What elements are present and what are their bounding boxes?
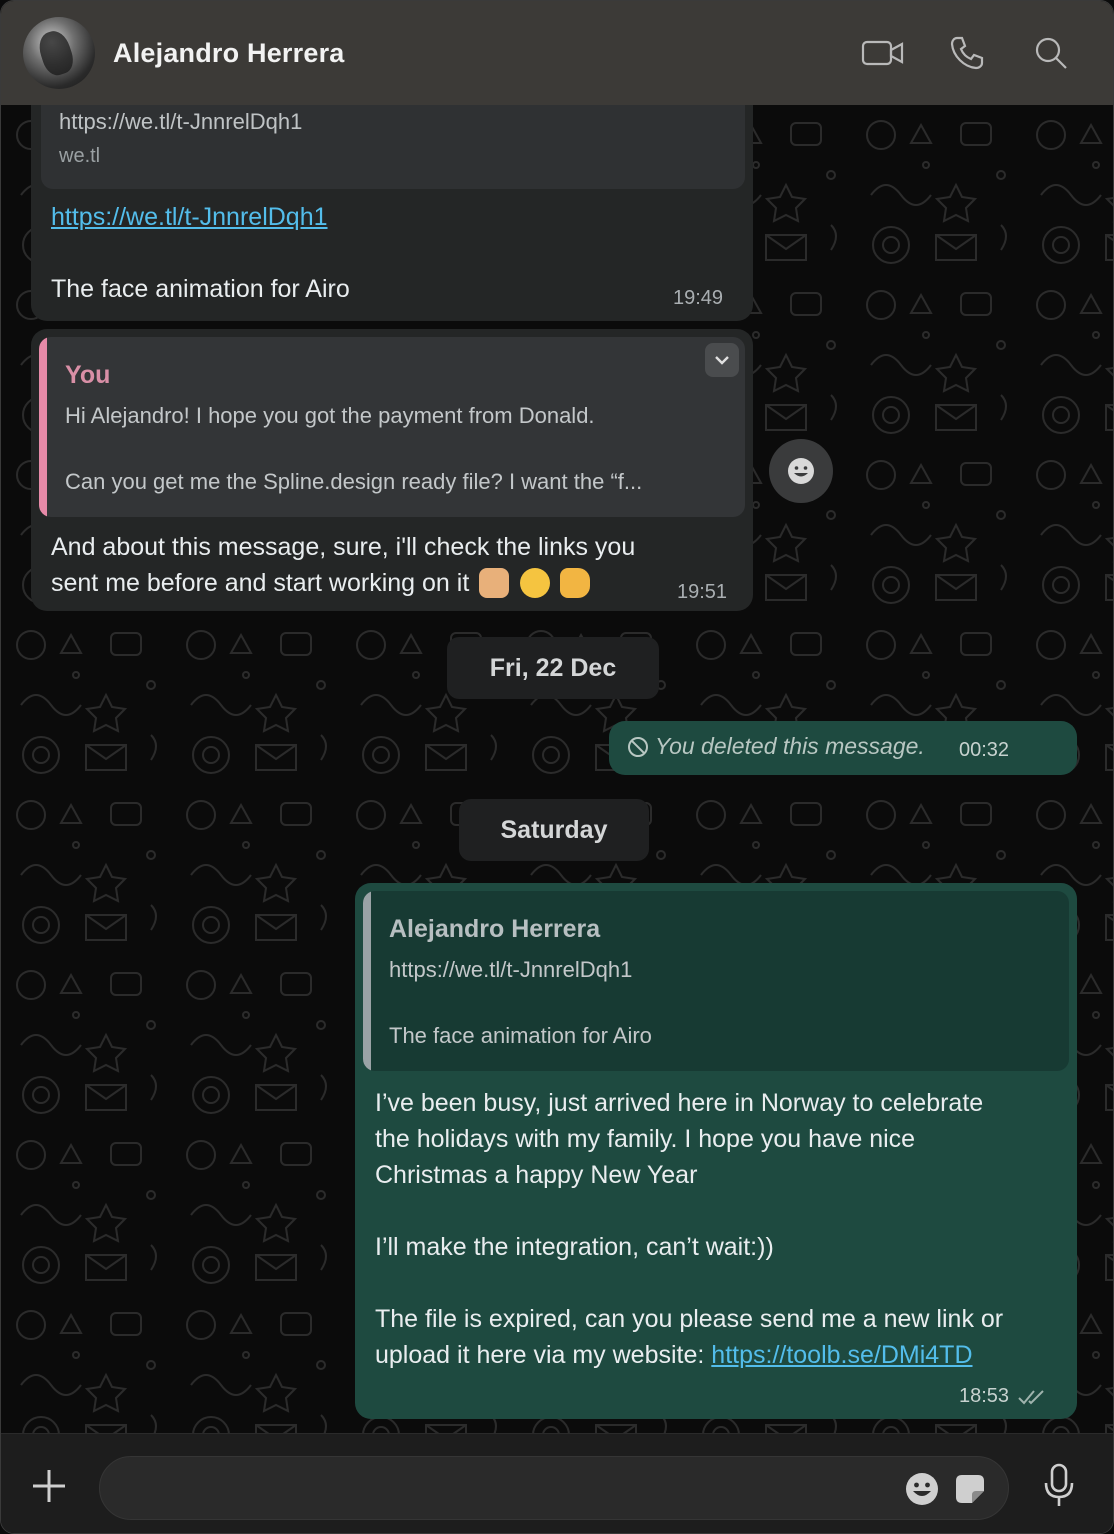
quote-line: https://we.tl/t-JnnrelDqh1 bbox=[389, 957, 633, 982]
message-line: upload it here via my website: bbox=[375, 1341, 705, 1369]
microphone-icon bbox=[1044, 1463, 1074, 1506]
phone-icon bbox=[950, 36, 984, 70]
composer-bar bbox=[1, 1433, 1113, 1533]
message-list[interactable]: https://we.tl/t-JnnrelDqh1 we.tl https:/… bbox=[1, 105, 1113, 1433]
message-time: 19:49 bbox=[673, 287, 724, 309]
link-preview[interactable]: https://we.tl/t-JnnrelDqh1 we.tl bbox=[41, 105, 745, 189]
video-camera-icon bbox=[861, 40, 904, 66]
message-time: 00:32 bbox=[959, 739, 1010, 761]
quote-author: Alejandro Herrera bbox=[389, 915, 601, 943]
chat-header: Alejandro Herrera bbox=[1, 1, 1113, 105]
message-line-with-link: upload it here via my website: https://t… bbox=[375, 1337, 1065, 1373]
voice-message-button[interactable] bbox=[1037, 1460, 1081, 1512]
message-text-line: sent me before and start working on it bbox=[51, 565, 596, 601]
search-icon bbox=[1035, 37, 1067, 69]
message-time: 19:51 bbox=[677, 581, 728, 603]
quote-bar bbox=[363, 891, 371, 1071]
date-separator: Saturday bbox=[459, 799, 649, 861]
quote-author: You bbox=[65, 361, 111, 389]
pointing-hand-emoji bbox=[560, 568, 591, 598]
deleted-message-text: You deleted this message. bbox=[655, 733, 925, 759]
message-menu-button[interactable] bbox=[705, 343, 739, 377]
chevron-down-icon bbox=[715, 356, 729, 365]
header-actions bbox=[861, 31, 1073, 75]
incoming-message[interactable]: You Hi Alejandro! I hope you got the pay… bbox=[31, 329, 753, 611]
message-text: I’ve been busy, just arrived here in Nor… bbox=[375, 1085, 1065, 1373]
avatar[interactable] bbox=[23, 17, 95, 89]
incoming-message[interactable]: https://we.tl/t-JnnrelDqh1 we.tl https:/… bbox=[31, 105, 753, 321]
outgoing-message[interactable]: Alejandro Herrera https://we.tl/t-Jnnrel… bbox=[355, 883, 1077, 1419]
quote-line: The face animation for Airo bbox=[389, 1023, 652, 1048]
sticker-button[interactable] bbox=[952, 1471, 988, 1507]
message-line: the holidays with my family. I hope you … bbox=[375, 1125, 916, 1153]
contact-name[interactable]: Alejandro Herrera bbox=[113, 38, 345, 69]
message-time: 18:53 bbox=[959, 1385, 1010, 1407]
attach-button[interactable] bbox=[27, 1464, 71, 1508]
partying-face-emoji bbox=[519, 568, 550, 598]
search-button[interactable] bbox=[1029, 31, 1073, 75]
prohibited-icon bbox=[628, 736, 648, 757]
emoji-group bbox=[479, 568, 596, 598]
message-text: The face animation for Airo bbox=[51, 275, 350, 303]
link-preview-domain: we.tl bbox=[59, 145, 101, 167]
quote-bar bbox=[39, 337, 47, 517]
voice-call-button[interactable] bbox=[945, 31, 989, 75]
message-line: I’ll make the integration, can’t wait:)) bbox=[375, 1233, 774, 1261]
deleted-message-row: You deleted this message. bbox=[627, 733, 925, 760]
message-link[interactable]: https://we.tl/t-JnnrelDqh1 bbox=[51, 199, 328, 235]
emoji-icon bbox=[906, 1473, 938, 1505]
outgoing-deleted-message[interactable]: You deleted this message. 00:32 bbox=[609, 721, 1077, 775]
message-meta: 18:53 bbox=[959, 1385, 1047, 1408]
emoji-button[interactable] bbox=[904, 1471, 940, 1507]
quote-line: Hi Alejandro! I hope you got the payment… bbox=[65, 403, 595, 428]
sticker-icon bbox=[956, 1475, 984, 1503]
chat-window: Alejandro Herrera https://we.tl/t-Jnnrel… bbox=[0, 0, 1114, 1534]
message-text: sent me before and start working on it bbox=[51, 569, 470, 597]
video-call-button[interactable] bbox=[861, 31, 905, 75]
quoted-message[interactable]: Alejandro Herrera https://we.tl/t-Jnnrel… bbox=[363, 891, 1069, 1071]
raising-hands-emoji bbox=[479, 568, 510, 598]
message-line: I’ve been busy, just arrived here in Nor… bbox=[375, 1089, 984, 1117]
link-preview-url: https://we.tl/t-JnnrelDqh1 bbox=[59, 109, 303, 134]
plus-icon bbox=[33, 1470, 65, 1502]
message-text: And about this message, sure, i'll check… bbox=[51, 533, 636, 561]
add-reaction-button[interactable] bbox=[769, 439, 833, 503]
quoted-message[interactable]: You Hi Alejandro! I hope you got the pay… bbox=[39, 337, 745, 517]
quote-line: Can you get me the Spline.design ready f… bbox=[65, 469, 643, 494]
message-input-container bbox=[99, 1456, 1009, 1520]
message-line: Christmas a happy New Year bbox=[375, 1161, 698, 1189]
smiley-icon bbox=[788, 458, 814, 484]
message-input[interactable] bbox=[124, 1457, 884, 1519]
message-link[interactable]: https://toolb.se/DMi4TD bbox=[711, 1341, 972, 1369]
message-line: The file is expired, can you please send… bbox=[375, 1305, 1004, 1333]
read-receipt-icon bbox=[1018, 1389, 1044, 1404]
date-separator: Fri, 22 Dec bbox=[447, 637, 659, 699]
